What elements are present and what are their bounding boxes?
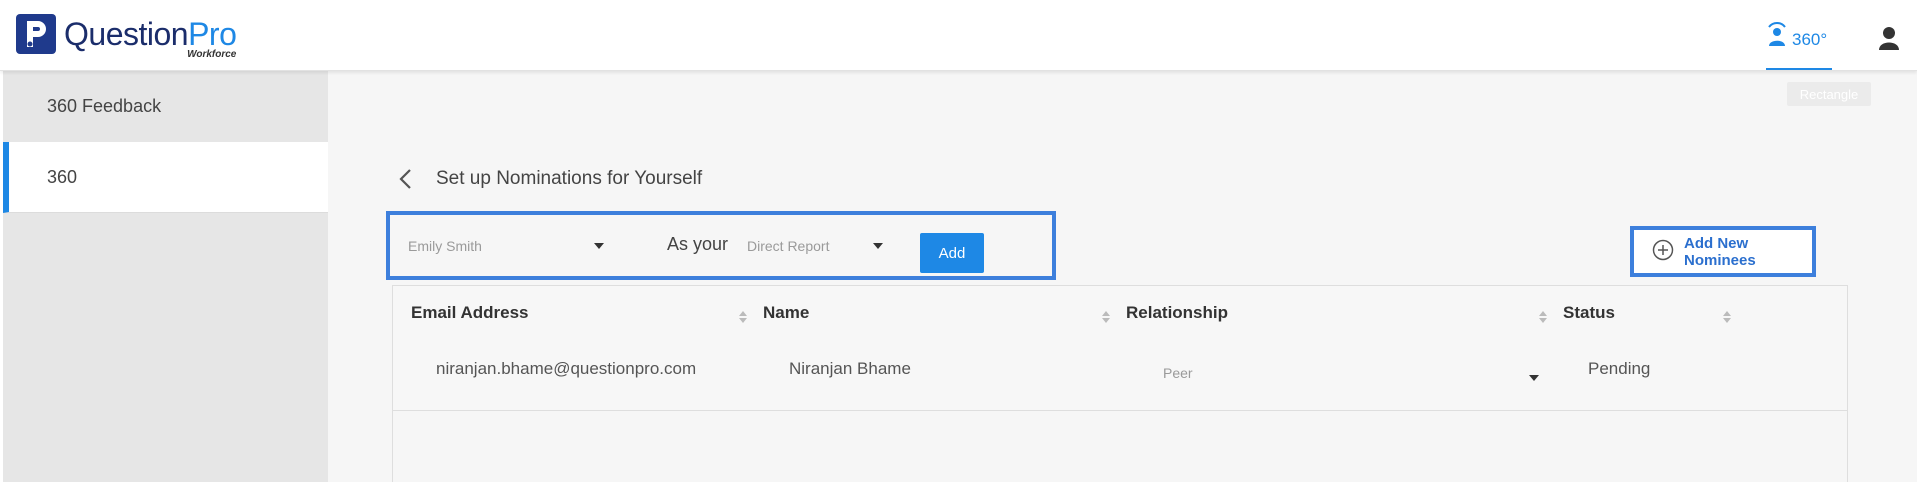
as-your-label: As your — [667, 234, 729, 254]
column-header-email[interactable]: Email Address — [411, 303, 528, 323]
row-email: niranjan.bhame@questionpro.com — [436, 359, 697, 378]
logo-text: QuestionPro Workforce — [64, 16, 237, 60]
column-header-name[interactable]: Name — [763, 303, 809, 323]
page-title-row: Set up Nominations for Yourself — [398, 168, 702, 190]
user-icon[interactable] — [1878, 26, 1900, 55]
row-name: Niranjan Bhame — [789, 359, 911, 378]
logo-mark-icon — [16, 14, 56, 54]
logo-word-accent: Pro — [188, 16, 237, 52]
add-new-nominees-label: Add New Nominees — [1684, 234, 1756, 269]
logo-subtitle: Workforce — [187, 49, 237, 60]
logo-word-main: Question — [64, 16, 189, 52]
rectangle-tooltip: Rectangle — [1787, 82, 1871, 106]
sidebar-item-360[interactable]: 360 — [3, 142, 328, 213]
nomination-form-highlight: Emily Smith As your Direct Report Add — [386, 211, 1056, 280]
row-status: Pending — [1588, 359, 1651, 378]
nominee-select[interactable]: Emily Smith — [408, 231, 604, 261]
sort-icon[interactable] — [1102, 310, 1110, 323]
sidebar-item-label: 360 — [47, 166, 78, 187]
nav-360-label: 360° — [1792, 30, 1828, 49]
sidebar-item-360-feedback[interactable]: 360 Feedback — [3, 71, 328, 142]
nav-360-tab[interactable]: 360° — [1766, 22, 1832, 70]
chevron-down-icon[interactable] — [1529, 375, 1539, 381]
column-header-status[interactable]: Status — [1563, 303, 1615, 323]
page-title: Set up Nominations for Yourself — [436, 168, 703, 189]
sidebar: 360 Feedback 360 — [3, 71, 328, 482]
sort-icon[interactable] — [739, 310, 747, 323]
relationship-select[interactable]: Direct Report — [747, 231, 883, 261]
person-broadcast-icon — [1766, 22, 1788, 53]
plus-circle-icon — [1652, 239, 1674, 265]
top-header: QuestionPro Workforce 360° — [0, 0, 1917, 71]
add-new-nominees-button[interactable]: Add New Nominees — [1630, 226, 1816, 277]
sort-icon[interactable] — [1539, 310, 1547, 323]
nominations-table: Email Address Name Relationship Status n… — [392, 285, 1848, 482]
chevron-down-icon — [594, 243, 604, 249]
main-content: Set up Nominations for Yourself Emily Sm… — [328, 71, 1917, 482]
column-header-relationship[interactable]: Relationship — [1126, 303, 1228, 323]
nominee-select-value: Emily Smith — [408, 238, 482, 254]
table-row: niranjan.bhame@questionpro.com Niranjan … — [393, 342, 1847, 411]
table-header: Email Address Name Relationship Status — [393, 286, 1847, 343]
relationship-select-value: Direct Report — [747, 238, 830, 254]
add-button[interactable]: Add — [920, 233, 984, 273]
row-relationship-select[interactable]: Peer — [1163, 365, 1193, 381]
sort-icon[interactable] — [1723, 310, 1731, 323]
chevron-down-icon — [873, 243, 883, 249]
questionpro-logo[interactable]: QuestionPro Workforce — [16, 12, 237, 60]
back-chevron-icon[interactable] — [398, 168, 420, 190]
sidebar-item-label: 360 Feedback — [47, 96, 162, 116]
